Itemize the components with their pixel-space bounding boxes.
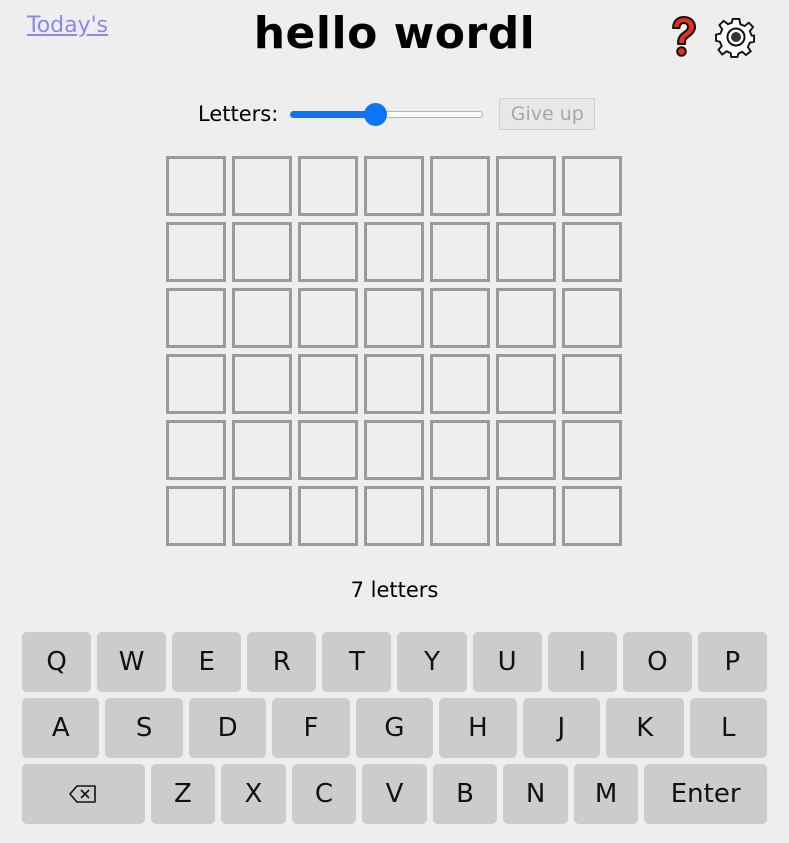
backspace-icon (69, 785, 97, 803)
key-n[interactable]: N (503, 764, 568, 824)
board-tile (430, 420, 490, 480)
key-b[interactable]: B (432, 764, 498, 824)
board-tile (430, 156, 490, 216)
board-tile (430, 288, 490, 348)
key-m[interactable]: M (573, 764, 639, 824)
board-tile (562, 486, 622, 546)
board-tile (364, 486, 424, 546)
slider-fill (290, 111, 375, 118)
board-tile (496, 156, 556, 216)
game-controls: Letters: Give up (198, 98, 596, 130)
board-tile (298, 156, 358, 216)
keyboard-row-1: QWERTYUIOP (22, 632, 767, 692)
key-e[interactable]: E (172, 632, 242, 692)
board-tile (298, 486, 358, 546)
key-o[interactable]: O (622, 632, 692, 692)
gear-icon[interactable] (715, 16, 757, 58)
board-tile (364, 354, 424, 414)
keyboard-row-3: Z X C V B N M Enter (22, 764, 767, 824)
letters-slider[interactable] (290, 103, 484, 126)
board-tile (298, 420, 358, 480)
key-f[interactable]: F (272, 698, 350, 758)
board-tile (232, 222, 292, 282)
key-t[interactable]: T (322, 632, 392, 692)
key-x[interactable]: X (221, 764, 286, 824)
board-tile (232, 354, 292, 414)
key-i[interactable]: I (547, 632, 617, 692)
board-tile (496, 420, 556, 480)
board-tile (364, 420, 424, 480)
board-tile (298, 354, 358, 414)
key-s[interactable]: S (105, 698, 183, 758)
board-tile (496, 222, 556, 282)
key-a[interactable]: A (22, 698, 100, 758)
key-y[interactable]: Y (397, 632, 467, 692)
key-g[interactable]: G (355, 698, 434, 758)
slider-thumb[interactable] (363, 103, 387, 126)
letters-label: Letters: (198, 102, 279, 126)
key-c[interactable]: C (291, 764, 357, 824)
board-tile (562, 354, 622, 414)
board-tile (430, 354, 490, 414)
board-tile (430, 486, 490, 546)
key-z[interactable]: Z (150, 764, 216, 824)
key-u[interactable]: U (472, 632, 542, 692)
key-v[interactable]: V (362, 764, 427, 824)
board-tile (232, 420, 292, 480)
board-tile (496, 354, 556, 414)
key-d[interactable]: D (188, 698, 267, 758)
board-tile (166, 156, 226, 216)
key-p[interactable]: P (697, 632, 767, 692)
key-j[interactable]: J (522, 698, 601, 758)
board-tile (232, 486, 292, 546)
board-tile (166, 222, 226, 282)
board-tile (562, 222, 622, 282)
board-tile (562, 156, 622, 216)
board-tile (166, 354, 226, 414)
key-l[interactable]: L (689, 698, 767, 758)
question-mark-icon[interactable] (667, 16, 699, 58)
board-tile (364, 222, 424, 282)
board-tile (430, 222, 490, 282)
key-q[interactable]: Q (22, 632, 92, 692)
board-tile (166, 486, 226, 546)
board-tile (166, 288, 226, 348)
key-w[interactable]: W (97, 632, 167, 692)
board-tile (562, 288, 622, 348)
give-up-button[interactable]: Give up (499, 98, 596, 130)
board-tile (298, 222, 358, 282)
board-tile (166, 420, 226, 480)
enter-key[interactable]: Enter (644, 764, 767, 824)
board-tile (364, 288, 424, 348)
on-screen-keyboard: QWERTYUIOP ASDFGHJKL Z X C V B N M Enter (22, 632, 767, 830)
board-tile (496, 288, 556, 348)
board-tile (364, 156, 424, 216)
key-h[interactable]: H (439, 698, 517, 758)
game-board (166, 156, 622, 546)
board-tile (232, 288, 292, 348)
keyboard-row-2: ASDFGHJKL (22, 698, 767, 758)
key-r[interactable]: R (247, 632, 317, 692)
board-tile (298, 288, 358, 348)
board-tile (562, 420, 622, 480)
board-tile (232, 156, 292, 216)
board-tile (496, 486, 556, 546)
status-text: 7 letters (350, 578, 439, 602)
key-k[interactable]: K (606, 698, 684, 758)
backspace-key[interactable] (22, 764, 145, 824)
